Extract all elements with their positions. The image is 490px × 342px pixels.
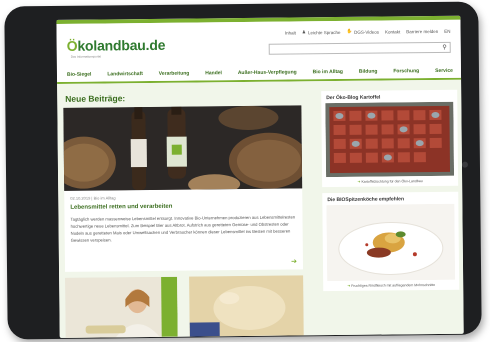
service-link-leichte-sprache[interactable]: ♟ Leichte Sprache — [302, 29, 341, 35]
service-link-barriere[interactable]: Barriere melden — [406, 28, 438, 34]
article-teaser: Tagtäglich werden massenweise Lebensmitt… — [70, 214, 296, 243]
nav-item-verarbeitung[interactable]: Verarbeitung — [159, 71, 190, 83]
logo-main: kolandbau — [77, 37, 146, 54]
logo-tld: .de — [145, 36, 166, 54]
site-header: Ökolandbau.de Das Informationsportal Inh… — [56, 19, 462, 84]
nav-item-ausser-haus[interactable]: Außer-Haus-Verpflegung — [238, 69, 297, 82]
search-input[interactable]: ⚲ — [268, 41, 451, 55]
nav-item-forschung[interactable]: Forschung — [393, 68, 419, 80]
browser-screen: Ökolandbau.de Das Informationsportal Inh… — [56, 15, 464, 338]
page-content: Neue Beiträge: 02.10.2019 | Bio im Allta… — [57, 79, 464, 338]
service-link-en[interactable]: EN — [444, 28, 450, 34]
search-icon[interactable]: ⚲ — [442, 44, 446, 51]
person-icon: ♟ — [301, 29, 306, 35]
logo-o: Ö — [66, 37, 78, 54]
arrow-right-icon[interactable]: ➔ — [291, 257, 297, 265]
potato-tray-image[interactable] — [321, 101, 458, 178]
nav-item-bildung[interactable]: Bildung — [359, 69, 378, 81]
main-column: Neue Beiträge: 02.10.2019 | Bio im Allta… — [63, 91, 309, 338]
service-link-label: DGS-Videos — [354, 29, 380, 35]
hands-icon: ✋ — [346, 28, 353, 34]
nav-item-bio-siegel[interactable]: Bio-Siegel — [67, 72, 92, 84]
section-title: Neue Beiträge: — [65, 93, 126, 104]
service-link-dgs-videos[interactable]: ✋ DGS-Videos — [346, 29, 379, 35]
service-link-label: Leichte Sprache — [307, 29, 341, 35]
blog-card-caption-text: Kartoffelzüchtung für den Öko-Landbau — [361, 179, 423, 184]
blog-card[interactable]: Der Öko-Blog Kartoffel ➔ Kartoffelzüchtu… — [321, 89, 459, 188]
article-thumb-person[interactable] — [65, 276, 178, 338]
site-logo[interactable]: Ökolandbau.de — [67, 37, 166, 54]
recipe-card-caption[interactable]: ➔ Fruchtiges Rindfleisch mit aufliegende… — [323, 280, 459, 291]
nav-item-landwirtschaft[interactable]: Landwirtschaft — [107, 71, 143, 83]
service-links: Inhalt ♟ Leichte Sprache ✋ DGS-Videos Kont… — [285, 28, 451, 36]
article-title[interactable]: Lebensmittel retten und verarbeiten — [70, 204, 172, 211]
featured-article-card[interactable]: 02.10.2019 | Bio im Alltag Lebensmittel … — [63, 105, 304, 272]
tablet-frame: Ökolandbau.de Das Informationsportal Inh… — [4, 1, 482, 340]
more-articles — [65, 275, 304, 338]
recipe-card[interactable]: Die BIOSpitzenköche empfehlen ➔ Fruchtig… — [322, 191, 460, 292]
dish-image[interactable] — [322, 203, 459, 282]
service-link-kontakt[interactable]: Kontakt — [385, 28, 400, 34]
article-image[interactable] — [63, 105, 303, 191]
sidebar: Der Öko-Blog Kartoffel ➔ Kartoffelzüchtu… — [321, 89, 460, 297]
blog-card-caption[interactable]: ➔ Kartoffelzüchtung für den Öko-Landbau — [322, 176, 458, 187]
nav-item-service[interactable]: Service — [435, 68, 453, 80]
nav-item-bio-im-alltag[interactable]: Bio im Alltag — [313, 69, 343, 81]
article-thumb-dough[interactable] — [189, 275, 304, 337]
site-tagline: Das Informationsportal — [70, 54, 102, 59]
service-link-inhalt[interactable]: Inhalt — [285, 29, 296, 35]
recipe-card-caption-text: Fruchtiges Rindfleisch mit aufliegendem … — [351, 282, 436, 288]
article-meta: 02.10.2019 | Bio im Alltag — [70, 195, 116, 201]
nav-item-handel[interactable]: Handel — [205, 70, 222, 82]
camera-dot — [461, 161, 468, 168]
